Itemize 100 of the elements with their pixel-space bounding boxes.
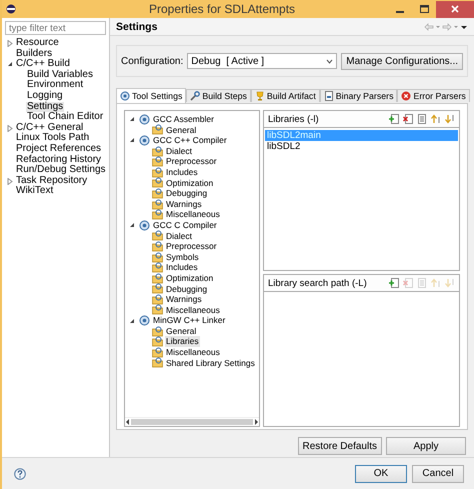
- tab[interactable]: Tool Settings: [116, 88, 186, 103]
- folder-icon: [152, 252, 163, 263]
- tree-item[interactable]: Warnings: [165, 294, 203, 305]
- back-icon[interactable]: [424, 22, 434, 30]
- chevron-icon: [326, 58, 334, 64]
- folder-icon: [152, 198, 163, 210]
- document-icon: [324, 91, 334, 101]
- tree-item[interactable]: Preprocessor: [165, 156, 218, 167]
- tree-item[interactable]: Includes: [165, 262, 199, 273]
- folder-icon: [152, 240, 163, 252]
- folder-icon: [152, 146, 163, 157]
- tree-item[interactable]: Environment: [26, 80, 84, 91]
- expanded-arrow-icon[interactable]: [129, 318, 135, 324]
- collapsed-arrow-icon[interactable]: [7, 40, 13, 47]
- forward-icon[interactable]: [442, 22, 452, 30]
- apply-button[interactable]: Apply: [386, 437, 466, 455]
- tree-item[interactable]: Includes: [165, 166, 199, 178]
- tree-item[interactable]: Libraries: [165, 336, 200, 348]
- collapsed-arrow-icon[interactable]: [7, 124, 13, 132]
- left-arrow-icon[interactable]: [126, 419, 130, 425]
- cancel-button[interactable]: Cancel: [412, 464, 464, 482]
- folder-icon: [152, 357, 163, 368]
- folder-icon: [152, 124, 163, 136]
- tab[interactable]: Binary Parsers: [320, 89, 398, 102]
- tree-item[interactable]: Resource: [15, 38, 60, 49]
- tree-item[interactable]: Dialect: [165, 230, 193, 242]
- tree-item[interactable]: GCC C Compiler: [152, 220, 218, 231]
- configuration-dropdown[interactable]: Debug [ Active ]: [187, 53, 338, 69]
- tree-item[interactable]: Tool Chain Editor: [26, 112, 104, 123]
- tree-item[interactable]: Debugging: [165, 188, 208, 199]
- tree-item[interactable]: Run/Debug Settings: [15, 165, 107, 176]
- wrench-icon: [190, 91, 200, 101]
- tree-item[interactable]: Linux Tools Path: [15, 133, 90, 144]
- tree-item[interactable]: Refactoring History: [15, 154, 102, 166]
- tab[interactable]: Error Parsers: [397, 89, 470, 102]
- tree-item[interactable]: Miscellaneous: [165, 347, 221, 358]
- expanded-arrow-icon[interactable]: [129, 137, 135, 144]
- tab[interactable]: Build Artifact: [250, 89, 320, 102]
- expanded-arrow-icon[interactable]: [7, 61, 13, 68]
- up-icon[interactable]: [431, 114, 441, 124]
- tree-item[interactable]: Debugging: [165, 284, 208, 294]
- expanded-arrow-icon[interactable]: [129, 222, 135, 228]
- tree-item[interactable]: Builders: [15, 48, 54, 60]
- tree-item[interactable]: Warnings: [165, 198, 203, 210]
- delete-icon[interactable]: [403, 114, 413, 124]
- tree-item[interactable]: GCC Assembler: [152, 114, 215, 125]
- right-arrow-icon[interactable]: [254, 419, 258, 425]
- folder-icon: [152, 304, 163, 316]
- tree-item[interactable]: Shared Library Settings: [165, 358, 256, 368]
- close-button[interactable]: [436, 0, 474, 18]
- error-icon: [401, 91, 412, 101]
- folder-icon: [152, 209, 163, 220]
- tree-item[interactable]: Miscellaneous: [165, 304, 221, 316]
- tree-item[interactable]: Project References: [15, 144, 102, 155]
- folder-icon: [152, 262, 163, 274]
- tree-item[interactable]: Optimization: [165, 272, 214, 284]
- edit-icon[interactable]: [417, 114, 427, 124]
- list-title: Libraries (-l): [268, 114, 320, 124]
- tree-item[interactable]: Task Repository: [15, 176, 88, 186]
- help-icon[interactable]: [14, 468, 26, 480]
- folder-icon: [152, 326, 163, 337]
- tree-item[interactable]: MinGW C++ Linker: [152, 315, 226, 326]
- page-title: Settings: [116, 20, 158, 32]
- add-icon[interactable]: [389, 278, 399, 288]
- tree-item[interactable]: Build Variables: [26, 70, 94, 80]
- tree-item[interactable]: C/C++ General: [15, 122, 84, 134]
- tree-item[interactable]: Optimization: [165, 178, 214, 188]
- close-icon: [451, 5, 459, 13]
- tree-item[interactable]: General: [165, 124, 198, 136]
- tab[interactable]: Build Steps: [186, 89, 251, 102]
- tree-item[interactable]: Settings: [26, 102, 64, 112]
- expanded-arrow-icon[interactable]: [129, 116, 135, 122]
- window-title: Properties for SDLAttempts: [148, 2, 296, 16]
- tree-item[interactable]: GCC C++ Compiler: [152, 135, 228, 146]
- tree-item[interactable]: Preprocessor: [165, 241, 218, 252]
- tree-item[interactable]: Miscellaneous: [165, 209, 221, 220]
- tree-item[interactable]: WikiText: [15, 186, 54, 197]
- folder-icon: [152, 336, 163, 348]
- restore-defaults-button[interactable]: Restore Defaults: [298, 437, 382, 455]
- tree-item[interactable]: Symbols: [165, 252, 200, 262]
- list-item[interactable]: libSDL2: [265, 141, 458, 152]
- ok-button[interactable]: OK: [355, 464, 407, 482]
- folder-icon: [152, 230, 163, 242]
- maximize-icon: [420, 5, 428, 13]
- filter-field[interactable]: type filter text: [5, 21, 106, 35]
- scrollbar[interactable]: [125, 417, 259, 426]
- tree-item[interactable]: General: [165, 326, 198, 336]
- manage-configurations-button[interactable]: Manage Configurations...: [341, 52, 463, 70]
- tree-item[interactable]: C/C++ Build: [15, 59, 71, 70]
- folder-icon: [152, 294, 163, 305]
- add-icon[interactable]: [389, 114, 399, 124]
- collapsed-arrow-icon[interactable]: [7, 178, 13, 185]
- down-icon[interactable]: [445, 114, 455, 124]
- tree-item[interactable]: Dialect: [165, 146, 193, 156]
- folder-icon: [152, 283, 163, 294]
- tree-item[interactable]: Logging: [26, 90, 64, 102]
- trophy-icon: [254, 91, 265, 101]
- configuration-label: Configuration:: [121, 56, 184, 66]
- folder-icon: [152, 177, 163, 188]
- folder-icon: [152, 346, 163, 358]
